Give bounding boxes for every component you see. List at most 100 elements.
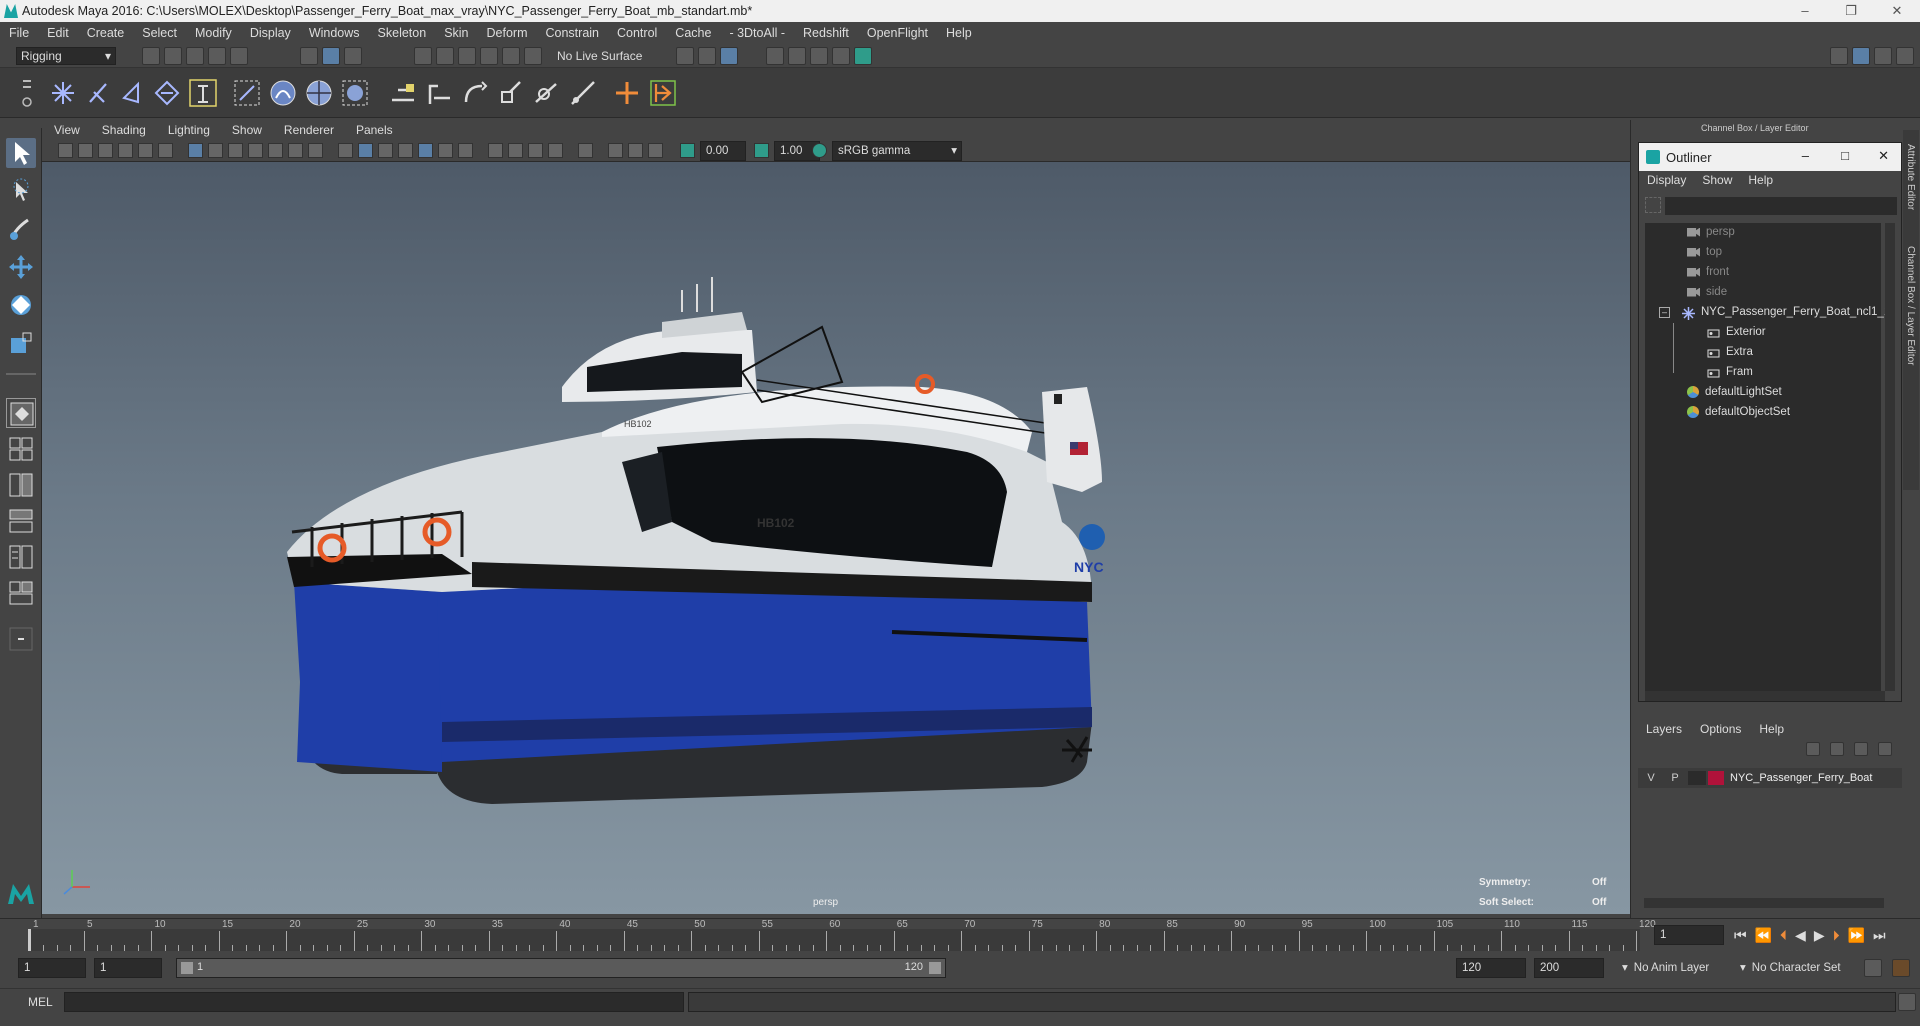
menu-windows[interactable]: Windows xyxy=(309,26,360,40)
script-editor-icon[interactable] xyxy=(1898,993,1916,1011)
layout-hypershade-icon[interactable] xyxy=(6,578,36,608)
workspace-toggle-icon[interactable] xyxy=(1896,47,1914,65)
snap-view-icon[interactable] xyxy=(480,47,498,65)
new-layer-icon[interactable] xyxy=(1854,742,1868,756)
render-frame-icon[interactable] xyxy=(766,47,784,65)
outliner-horizontal-scrollbar[interactable] xyxy=(1645,691,1885,701)
ik-fk-switch-icon[interactable] xyxy=(648,78,678,108)
layer-row[interactable]: V P NYC_Passenger_Ferry_Boat xyxy=(1638,768,1902,788)
smooth-bind-icon[interactable] xyxy=(232,78,262,108)
range-start-handle[interactable] xyxy=(181,962,193,974)
auto-key-icon[interactable] xyxy=(1864,959,1882,977)
lasso-tool-icon[interactable] xyxy=(6,176,36,206)
outliner-minimize-icon[interactable]: – xyxy=(1802,148,1809,163)
panel-menu-shading[interactable]: Shading xyxy=(102,123,146,137)
animation-end-field[interactable]: 200 xyxy=(1534,958,1604,978)
outliner-menu-show[interactable]: Show xyxy=(1702,173,1732,187)
create-joints-icon[interactable] xyxy=(48,78,78,108)
screen-space-ao-icon[interactable] xyxy=(488,143,503,158)
layout-graph-persp-icon[interactable] xyxy=(6,542,36,572)
panel-menu-panels[interactable]: Panels xyxy=(356,123,393,137)
tree-item-default-light-set[interactable]: defaultLightSet xyxy=(1687,383,1782,401)
exposure-field[interactable]: 0.00 xyxy=(700,141,746,161)
color-management-icon[interactable] xyxy=(812,143,827,158)
wireframe-on-shaded-icon[interactable] xyxy=(398,143,413,158)
ik-spline-icon[interactable] xyxy=(152,78,182,108)
rotate-tool-icon[interactable] xyxy=(6,290,36,320)
grid-toggle-icon[interactable] xyxy=(188,143,203,158)
bookmark-icon[interactable] xyxy=(98,143,113,158)
snap-point-icon[interactable] xyxy=(458,47,476,65)
layout-two-pane-icon[interactable] xyxy=(6,470,36,500)
menu-edit[interactable]: Edit xyxy=(47,26,69,40)
anti-aliasing-icon[interactable] xyxy=(528,143,543,158)
menu-openflight[interactable]: OpenFlight xyxy=(867,26,928,40)
move-layer-up-icon[interactable] xyxy=(1806,742,1820,756)
input-ops-icon[interactable] xyxy=(676,47,694,65)
paint-weights-icon[interactable] xyxy=(268,78,298,108)
menu-3dtoall[interactable]: - 3DtoAll - xyxy=(729,26,785,40)
animation-start-field[interactable]: 1 xyxy=(18,958,86,978)
parent-constraint-icon[interactable] xyxy=(388,78,418,108)
cluster-icon[interactable] xyxy=(340,78,370,108)
tree-item-persp[interactable]: persp xyxy=(1687,223,1735,241)
step-forward-key-icon[interactable]: ⏩ xyxy=(1848,927,1865,944)
smooth-shade-icon[interactable] xyxy=(358,143,373,158)
step-back-key-icon[interactable]: ⏪ xyxy=(1755,927,1772,944)
grease-pencil-icon[interactable] xyxy=(158,143,173,158)
command-language-label[interactable]: MEL xyxy=(28,995,53,1009)
layers-horizontal-scrollbar[interactable] xyxy=(1644,898,1884,908)
panel-menu-view[interactable]: View xyxy=(54,123,80,137)
locator-icon[interactable] xyxy=(188,78,218,108)
menu-deform[interactable]: Deform xyxy=(487,26,528,40)
workspace-channel-icon[interactable] xyxy=(1874,47,1892,65)
resolution-gate-icon[interactable] xyxy=(228,143,243,158)
view-transform-dropdown[interactable]: sRGB gamma ▾ xyxy=(832,141,962,161)
layer-color-swatch[interactable] xyxy=(1708,771,1724,785)
ipr-render-icon[interactable] xyxy=(788,47,806,65)
hypershade-icon[interactable] xyxy=(832,47,850,65)
range-end-handle[interactable] xyxy=(929,962,941,974)
go-to-end-icon[interactable]: ⏭ xyxy=(1873,927,1886,944)
orient-constraint-icon[interactable] xyxy=(460,78,490,108)
aim-constraint-icon[interactable] xyxy=(532,78,562,108)
safe-action-icon[interactable] xyxy=(288,143,303,158)
tree-item-side[interactable]: side xyxy=(1687,283,1727,301)
isolate-select-icon[interactable] xyxy=(578,143,593,158)
scale-tool-icon[interactable] xyxy=(6,328,36,358)
scale-constraint-icon[interactable] xyxy=(496,78,526,108)
panel-menu-renderer[interactable]: Renderer xyxy=(284,123,334,137)
menu-skin[interactable]: Skin xyxy=(444,26,468,40)
menu-cache[interactable]: Cache xyxy=(675,26,711,40)
move-tool-icon[interactable] xyxy=(6,252,36,282)
magnet-icon[interactable] xyxy=(524,47,542,65)
range-slider[interactable]: 1 120 xyxy=(176,958,946,978)
point-constraint-icon[interactable] xyxy=(424,78,454,108)
layout-single-pane-icon[interactable] xyxy=(6,398,36,428)
close-button[interactable]: ✕ xyxy=(1874,0,1920,22)
menu-file[interactable]: File xyxy=(9,26,29,40)
select-tool-icon[interactable] xyxy=(6,138,36,168)
gamma-icon[interactable] xyxy=(754,143,769,158)
shelf-tabs-toggle-icon[interactable] xyxy=(20,76,34,110)
safe-title-icon[interactable] xyxy=(308,143,323,158)
image-plane-icon[interactable] xyxy=(118,143,133,158)
field-chart-icon[interactable] xyxy=(268,143,283,158)
use-all-lights-icon[interactable] xyxy=(438,143,453,158)
command-input[interactable] xyxy=(64,992,684,1012)
menu-display[interactable]: Display xyxy=(250,26,291,40)
layers-menu-options[interactable]: Options xyxy=(1700,722,1741,736)
add-influence-icon[interactable] xyxy=(612,78,642,108)
insert-joint-icon[interactable] xyxy=(84,78,114,108)
snap-surface-icon[interactable] xyxy=(502,47,520,65)
live-surface-field[interactable]: No Live Surface xyxy=(552,47,650,65)
outliner-vertical-scrollbar[interactable] xyxy=(1885,223,1895,691)
collapse-toggle-icon[interactable]: – xyxy=(1659,306,1670,318)
maximize-button[interactable]: ❐ xyxy=(1828,0,1874,22)
ik-handle-icon[interactable] xyxy=(118,78,148,108)
render-settings-icon[interactable] xyxy=(810,47,828,65)
anim-layer-dropdown[interactable]: ▾ No Anim Layer xyxy=(1622,958,1742,978)
select-object-icon[interactable] xyxy=(322,47,340,65)
time-slider[interactable]: 1 5 10 15 20 25 30 35 40 45 50 55 60 65 70 75 80 85 90 95 10… xyxy=(0,918,1920,952)
toolbox-more-icon[interactable] xyxy=(6,624,36,654)
